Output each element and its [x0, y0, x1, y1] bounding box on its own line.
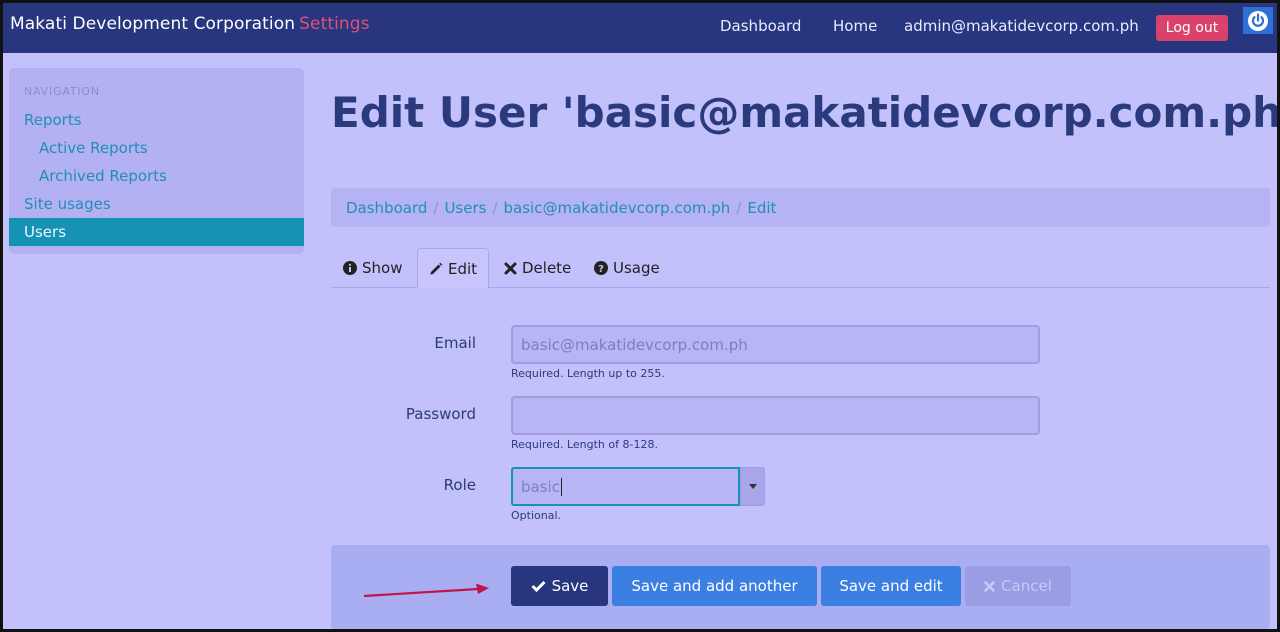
x-icon — [504, 262, 517, 274]
save-and-add-another-button[interactable]: Save and add another — [612, 566, 817, 606]
save-and-edit-button[interactable]: Save and edit — [821, 566, 961, 606]
sidebar-item-label: Reports — [24, 111, 82, 129]
role-dropdown-toggle[interactable] — [740, 467, 765, 506]
sidebar-item-site-usages[interactable]: Site usages — [9, 190, 304, 218]
top-navbar: Makati Development Corporation Settings D… — [0, 0, 1280, 53]
logout-button[interactable]: Log out — [1156, 15, 1228, 41]
pencil-icon — [430, 262, 443, 274]
nav-home-link[interactable]: Home — [833, 17, 877, 35]
breadcrumb-dashboard[interactable]: Dashboard — [346, 199, 427, 217]
caret-down-icon — [748, 484, 757, 489]
breadcrumb-edit: Edit — [747, 198, 777, 217]
nav-dashboard-link[interactable]: Dashboard — [720, 17, 801, 35]
tab-delete[interactable]: Delete — [504, 248, 571, 288]
breadcrumb: Dashboard / Users / basic@makatidevcorp.… — [331, 188, 1270, 227]
breadcrumb-separator: / — [433, 198, 439, 217]
cancel-label: Cancel — [1001, 577, 1052, 595]
sidebar-item-label: Archived Reports — [39, 167, 167, 185]
sidebar: NAVIGATION Reports Active Reports Archiv… — [9, 68, 304, 254]
breadcrumb-users[interactable]: Users — [444, 199, 486, 217]
password-help-text: Required. Length of 8-128. — [511, 438, 658, 451]
role-label: Role — [443, 476, 476, 494]
email-label: Email — [434, 334, 476, 352]
breadcrumb-user[interactable]: basic@makatidevcorp.com.ph — [504, 199, 731, 217]
brand-subtitle: Settings — [299, 14, 370, 34]
email-help-text: Required. Length up to 255. — [511, 367, 665, 380]
email-field[interactable] — [511, 325, 1040, 364]
role-help-text: Optional. — [511, 509, 562, 522]
tab-label: Show — [362, 259, 403, 277]
tab-label: Delete — [522, 259, 572, 277]
role-value: basic — [521, 477, 560, 496]
sidebar-item-label: Users — [24, 223, 67, 241]
sidebar-item-archived-reports[interactable]: Archived Reports — [9, 162, 304, 190]
nav-user-email-link[interactable]: admin@makatidevcorp.com.ph — [904, 17, 1139, 35]
cancel-button[interactable]: Cancel — [965, 566, 1071, 606]
tab-show[interactable]: Show — [343, 248, 402, 288]
text-cursor — [560, 477, 562, 496]
sidebar-item-active-reports[interactable]: Active Reports — [9, 134, 304, 162]
role-input[interactable]: basic — [511, 467, 740, 506]
save-button[interactable]: Save — [511, 566, 608, 606]
password-label: Password — [405, 405, 476, 423]
role-select[interactable]: basic — [511, 467, 765, 506]
tab-usage[interactable]: ? Usage — [594, 248, 660, 288]
sidebar-item-reports[interactable]: Reports — [9, 106, 304, 134]
question-icon: ? — [594, 261, 608, 275]
svg-text:?: ? — [598, 264, 604, 275]
breadcrumb-separator: / — [736, 198, 742, 217]
page-title: Edit User 'basic@makatidevcorp.com.ph' — [331, 88, 1280, 137]
check-icon — [531, 580, 546, 592]
sidebar-item-users[interactable]: Users — [9, 218, 304, 246]
action-tabs: Show Edit Delete ? Usage — [331, 248, 1270, 289]
password-field[interactable] — [511, 396, 1040, 435]
sidebar-header: NAVIGATION — [24, 85, 100, 98]
tab-edit[interactable]: Edit — [417, 248, 489, 289]
power-icon[interactable] — [1243, 7, 1273, 34]
brand[interactable]: Makati Development Corporation Settings — [10, 14, 370, 34]
sidebar-item-label: Active Reports — [39, 139, 148, 157]
tab-label: Edit — [447, 259, 478, 278]
save-label: Save — [551, 577, 589, 595]
info-icon — [343, 261, 357, 275]
brand-name: Makati Development Corporation — [10, 14, 296, 34]
annotation-arrow-icon — [363, 583, 489, 598]
tab-label: Usage — [613, 259, 660, 277]
x-icon — [984, 580, 995, 592]
sidebar-item-label: Site usages — [24, 195, 111, 213]
breadcrumb-separator: / — [492, 198, 498, 217]
